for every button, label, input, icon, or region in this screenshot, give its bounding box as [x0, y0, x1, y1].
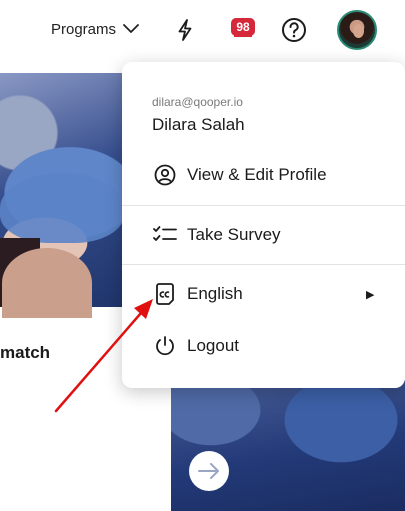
next-arrow-button[interactable]: [189, 451, 229, 491]
user-name: Dilara Salah: [152, 115, 245, 134]
menu-item-label: English: [187, 284, 243, 303]
menu-item-language[interactable]: English ▶: [122, 270, 405, 318]
notification-badge: 98: [231, 18, 255, 36]
user-dropdown-menu: dilara@qooper.io Dilara Salah View & Edi…: [122, 62, 405, 388]
menu-item-label: Take Survey: [187, 225, 281, 244]
programs-label: Programs: [51, 20, 117, 38]
card-title: match: [0, 343, 51, 362]
help-button[interactable]: [281, 17, 307, 43]
user-email: dilara@qooper.io: [152, 95, 243, 109]
user-circle-icon: [153, 163, 177, 187]
arrow-right-icon: [198, 463, 219, 479]
menu-item-logout[interactable]: Logout: [122, 322, 405, 370]
card-image-left: [0, 73, 124, 318]
menu-item-label: Logout: [187, 336, 239, 355]
checklist-icon: [153, 223, 177, 247]
power-icon: [153, 334, 177, 358]
avatar[interactable]: [337, 10, 377, 50]
menu-item-view-edit-profile[interactable]: View & Edit Profile: [122, 151, 405, 199]
menu-item-label: View & Edit Profile: [187, 165, 327, 184]
caption-icon: [153, 282, 177, 306]
divider: [122, 264, 405, 265]
chevron-down-icon: [123, 24, 139, 33]
divider: [122, 205, 405, 206]
programs-menu-button[interactable]: Programs: [51, 20, 140, 38]
submenu-arrow-icon: ▶: [366, 288, 375, 301]
card-image-right: [171, 380, 405, 511]
bolt-icon: [178, 19, 192, 41]
activity-button[interactable]: [172, 17, 198, 43]
top-bar: Programs 98: [0, 0, 405, 62]
help-icon: [282, 18, 306, 42]
menu-item-take-survey[interactable]: Take Survey: [122, 211, 405, 259]
